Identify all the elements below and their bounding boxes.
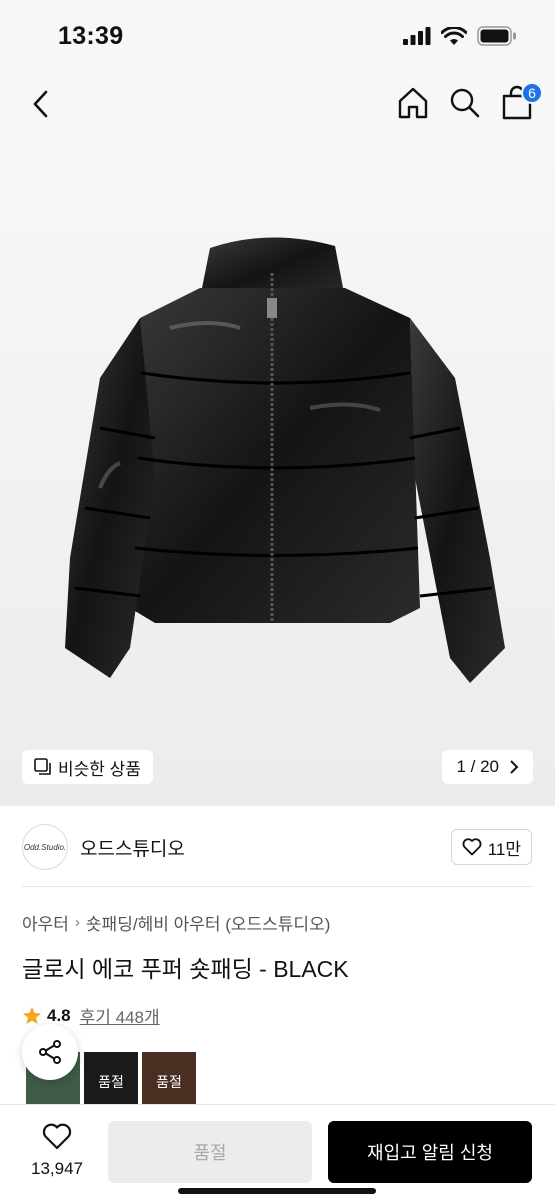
color-option-label: 품절 <box>156 1074 182 1090</box>
chevron-right-icon: › <box>74 914 80 931</box>
image-page-indicator[interactable]: 1 / 20 <box>442 750 533 784</box>
nav-actions: 6 <box>395 82 543 122</box>
share-icon <box>39 1040 61 1064</box>
brand-row: Odd.Studio. 오드스튜디오 11만 <box>0 822 555 886</box>
search-button[interactable] <box>447 84 483 122</box>
similar-products-button[interactable]: 비슷한 상품 <box>22 750 153 784</box>
breadcrumb-item[interactable]: 숏패딩/헤비 아우터 (오드스튜디오) <box>86 910 330 935</box>
home-button[interactable] <box>395 84 431 122</box>
status-icons <box>403 26 517 46</box>
search-icon <box>450 88 480 118</box>
similar-products-label: 비슷한 상품 <box>58 759 141 779</box>
divider <box>22 886 533 887</box>
top-nav: 6 <box>0 72 555 138</box>
chevron-left-icon <box>33 90 48 118</box>
breadcrumb: 아우터 › 숏패딩/헤비 아우터 (오드스튜디오) <box>22 910 330 935</box>
heart-icon <box>42 1123 72 1150</box>
color-option-label: 품절 <box>98 1074 124 1090</box>
heart-icon <box>462 838 482 856</box>
home-icon <box>398 87 428 119</box>
brand-name[interactable]: 오드스튜디오 <box>80 834 185 861</box>
share-button[interactable] <box>22 1024 78 1080</box>
similar-products-icon <box>34 758 51 775</box>
page-indicator-text: 1 / 20 <box>456 757 499 776</box>
chevron-right-icon <box>510 760 519 774</box>
restock-alert-button[interactable]: 재입고 알림 신청 <box>328 1121 532 1183</box>
wishlist-count: 13,947 <box>31 1159 83 1178</box>
status-bar: 13:39 <box>0 0 555 72</box>
bottom-action-bar: 13,947 품절 재입고 알림 신청 <box>0 1104 555 1200</box>
breadcrumb-item[interactable]: 아우터 <box>22 910 69 935</box>
star-icon <box>23 1006 41 1024</box>
back-button[interactable] <box>24 86 60 122</box>
rating-value: 4.8 <box>47 1005 71 1025</box>
cart-count-badge: 6 <box>521 82 543 104</box>
review-count-link[interactable]: 후기 448개 <box>80 1003 160 1028</box>
cellular-signal-icon <box>403 27 431 45</box>
wishlist-button[interactable]: 13,947 <box>22 1123 92 1179</box>
wifi-icon <box>441 26 467 45</box>
brand-logo-text: Odd.Studio. <box>23 842 67 852</box>
product-title: 글로시 에코 푸퍼 숏패딩 - BLACK <box>22 956 349 982</box>
home-indicator <box>178 1188 376 1194</box>
brand-like-count: 11만 <box>487 839 521 859</box>
status-time: 13:39 <box>58 22 124 50</box>
cart-button[interactable]: 6 <box>499 82 543 122</box>
product-image <box>65 237 505 683</box>
brand-logo[interactable]: Odd.Studio. <box>22 824 68 870</box>
battery-icon <box>477 26 516 46</box>
color-option-black[interactable]: 품절 <box>84 1052 138 1106</box>
soldout-button: 품절 <box>108 1121 312 1183</box>
product-image-carousel[interactable]: 비슷한 상품 1 / 20 <box>0 138 555 806</box>
brand-like-button[interactable]: 11만 <box>450 829 532 865</box>
color-option-brown[interactable]: 품절 <box>142 1052 196 1106</box>
